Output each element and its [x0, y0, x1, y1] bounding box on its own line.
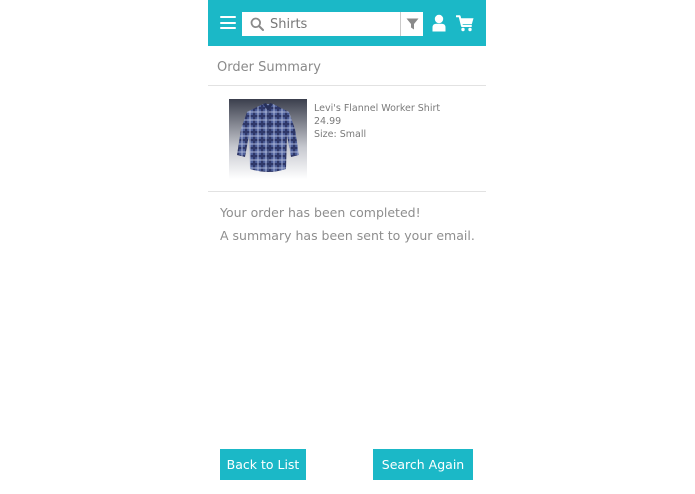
product-image [229, 99, 307, 179]
shopping-cart-icon[interactable] [456, 15, 474, 32]
back-to-list-button[interactable]: Back to List [220, 449, 306, 480]
divider [208, 191, 486, 192]
order-complete-message: Your order has been completed! [220, 205, 421, 220]
user-icon[interactable] [432, 14, 446, 32]
product-price: 24.99 [314, 116, 342, 127]
product-name: Levi's Flannel Worker Shirt [314, 103, 441, 114]
search-icon [250, 17, 264, 31]
order-summary-title: Order Summary [217, 60, 321, 75]
search-again-button[interactable]: Search Again [373, 449, 473, 480]
search-input[interactable] [270, 14, 395, 34]
product-details: Levi's Flannel Worker Shirt 24.99 Size: … [314, 102, 440, 141]
email-summary-message: A summary has been sent to your email. [220, 228, 475, 243]
filter-icon [406, 18, 419, 30]
hamburger-menu-icon[interactable] [220, 16, 236, 30]
product-size: Size: Small [314, 129, 367, 140]
search-box [242, 12, 423, 36]
top-bar [208, 0, 486, 46]
app-screen: Order Summary [208, 0, 486, 494]
divider [208, 85, 486, 86]
filter-button[interactable] [400, 12, 423, 36]
